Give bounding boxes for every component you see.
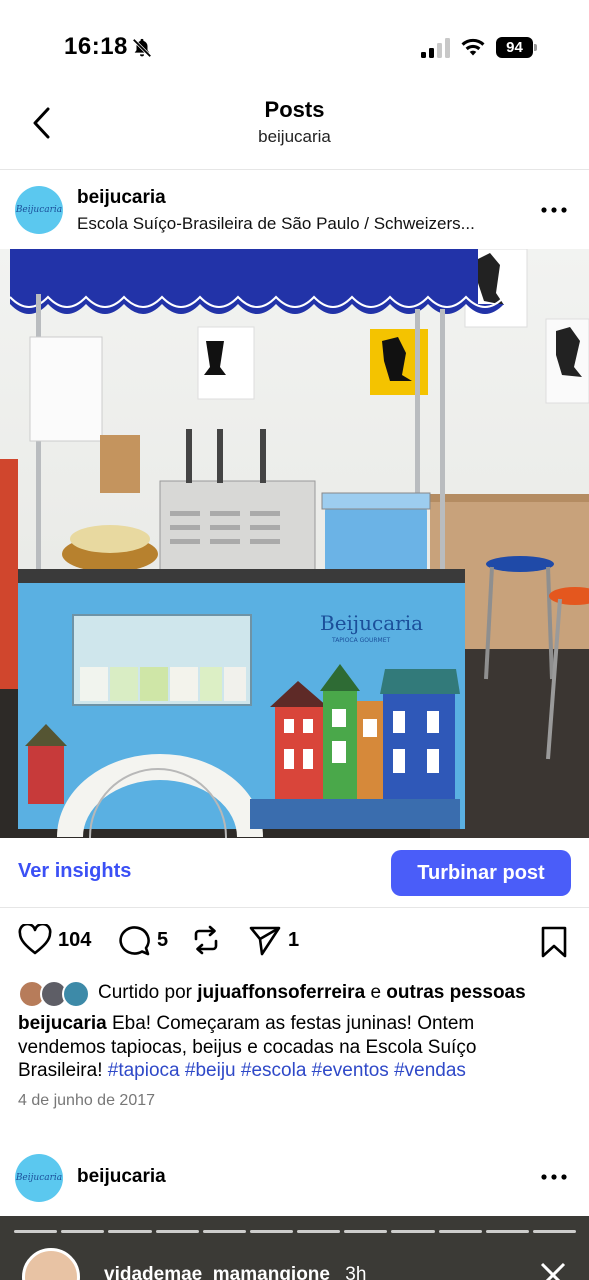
repost-icon	[194, 925, 218, 955]
story-progress-segment	[391, 1230, 435, 1233]
battery-cap	[534, 44, 537, 51]
send-icon	[249, 926, 281, 956]
liked-by-avatars	[18, 980, 94, 1008]
more-options-icon[interactable]	[540, 1172, 568, 1182]
insights-bar: Ver insights Turbinar post	[0, 838, 589, 908]
story-progress-segment	[14, 1230, 58, 1233]
comment-button[interactable]: 5	[117, 924, 168, 956]
post2-media[interactable]: vidademae_mamangione 3h	[0, 1216, 589, 1280]
close-icon[interactable]	[538, 1260, 568, 1280]
story-progress-segment	[108, 1230, 152, 1233]
comments-count: 5	[157, 928, 169, 951]
story-progress-bars	[14, 1230, 577, 1233]
post2-header: Beijucaria beijucaria	[0, 1140, 589, 1215]
wifi-icon	[461, 38, 485, 56]
shares-count: 1	[288, 928, 300, 951]
signal-icon	[421, 38, 450, 58]
tapioca-cart-photo: Beijucaria TAPIOCA GOURMET	[0, 249, 589, 838]
cart-brand-text: Beijucaria	[320, 611, 423, 635]
status-bar: 16:18 94	[0, 0, 589, 95]
avatar[interactable]	[22, 1248, 80, 1280]
more-options-icon[interactable]	[540, 205, 568, 215]
bookmark-icon[interactable]	[540, 926, 568, 958]
bell-slash-icon	[132, 38, 152, 58]
liked-by-row[interactable]: Curtido por jujuaffonsoferreira e outras…	[18, 980, 578, 1008]
story-progress-segment	[202, 1230, 246, 1233]
story-progress-segment	[532, 1230, 577, 1233]
post-actions: 104 5 1	[0, 920, 589, 968]
post-photo[interactable]: Beijucaria TAPIOCA GOURMET	[0, 249, 589, 838]
story-progress-segment	[155, 1230, 199, 1233]
liked-by-prefix: Curtido por	[98, 982, 192, 1003]
hashtag-link[interactable]: #eventos	[312, 1060, 389, 1081]
post-location[interactable]: Escola Suíço-Brasileira de São Paulo / S…	[77, 214, 475, 234]
liked-by-user[interactable]: jujuaffonsoferreira	[197, 982, 365, 1003]
page-subtitle: beijucaria	[258, 127, 331, 146]
story-progress-segment	[249, 1230, 294, 1233]
view-insights-link[interactable]: Ver insights	[18, 860, 131, 883]
hashtag-link[interactable]: #beiju	[185, 1060, 236, 1081]
comment-icon	[119, 926, 150, 956]
story-time: 3h	[345, 1264, 367, 1280]
nav-header: Posts beijucaria	[0, 95, 589, 170]
post-date: 4 de junho de 2017	[18, 1092, 156, 1109]
battery-icon: 94	[496, 37, 538, 58]
avatar-logo: Beijucaria	[15, 1173, 63, 1183]
likes-count: 104	[58, 928, 92, 951]
post2-username[interactable]: beijucaria	[77, 1166, 166, 1188]
story-progress-segment	[61, 1230, 105, 1233]
hashtag-link[interactable]: #tapioca	[108, 1060, 180, 1081]
repost-button[interactable]	[190, 924, 222, 956]
caption-username[interactable]: beijucaria	[18, 1013, 107, 1034]
liked-by-others[interactable]: outras pessoas	[386, 982, 525, 1003]
avatar[interactable]: Beijucaria	[15, 186, 63, 234]
liked-by-text: Curtido por jujuaffonsoferreira e outras…	[98, 982, 526, 1004]
status-time: 16:18	[64, 33, 128, 60]
avatar-logo: Beijucaria	[15, 205, 63, 215]
page-title: Posts	[264, 97, 325, 122]
story-progress-segment	[344, 1230, 388, 1233]
heart-icon	[18, 924, 52, 955]
avatar[interactable]: Beijucaria	[15, 1154, 63, 1202]
cart-tagline: TAPIOCA GOURMET	[331, 637, 391, 644]
hashtag-link[interactable]: #vendas	[394, 1060, 466, 1081]
share-button[interactable]: 1	[248, 924, 299, 956]
post-caption: beijucaria Eba! Começaram as festas juni…	[18, 1012, 558, 1083]
boost-post-button[interactable]: Turbinar post	[391, 850, 571, 896]
story-username: vidademae_mamangione	[104, 1264, 330, 1280]
hashtag-link[interactable]: #escola	[241, 1060, 307, 1081]
story-progress-segment	[297, 1230, 341, 1233]
story-progress-segment	[438, 1230, 482, 1233]
avatar	[62, 980, 90, 1008]
post-header: Beijucaria beijucaria Escola Suíço-Brasi…	[0, 171, 589, 249]
story-user[interactable]: vidademae_mamangione 3h	[104, 1264, 366, 1280]
story-progress-segment	[485, 1230, 529, 1233]
liked-by-and: e	[370, 982, 382, 1003]
like-button[interactable]: 104	[18, 924, 91, 956]
post-username[interactable]: beijucaria	[77, 187, 166, 209]
battery-level: 94	[496, 37, 533, 58]
